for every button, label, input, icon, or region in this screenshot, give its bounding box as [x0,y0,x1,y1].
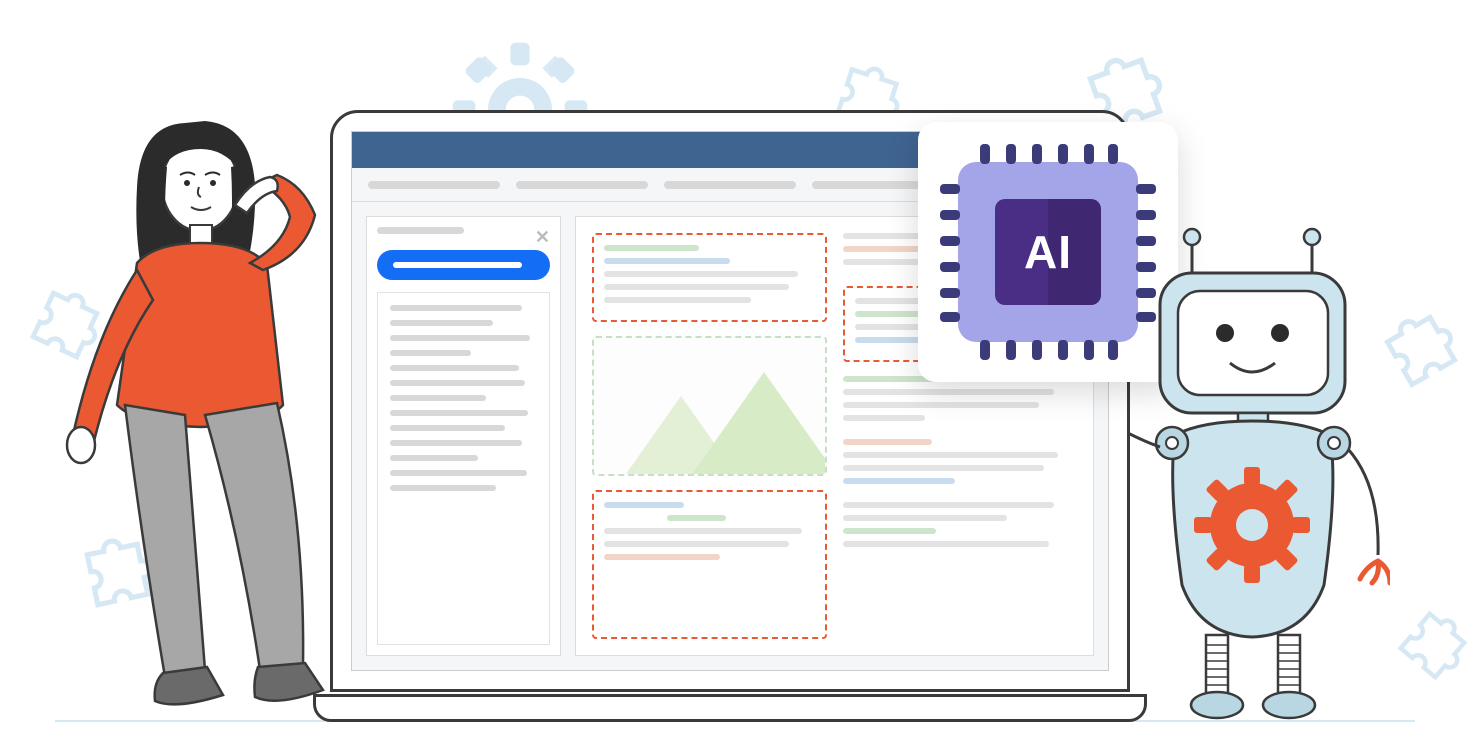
laptop-base [313,694,1147,722]
sidebar-panel: ✕ [366,216,561,656]
tab[interactable] [516,181,648,189]
woman-illustration [55,105,365,720]
chip-label: AI [1024,225,1072,279]
highlighted-block[interactable] [592,490,827,639]
image-placeholder [592,336,827,476]
close-icon[interactable]: ✕ [535,227,550,248]
chip-icon: AI [958,162,1138,342]
tab[interactable] [664,181,796,189]
highlighted-block[interactable] [592,233,827,322]
text-block [843,376,1078,639]
puzzle-icon [1380,593,1470,699]
tab[interactable] [368,181,500,189]
sidebar-text-block [377,292,550,645]
primary-button[interactable] [377,250,550,280]
robot-illustration [1130,225,1390,723]
sidebar-title-placeholder [377,227,464,234]
